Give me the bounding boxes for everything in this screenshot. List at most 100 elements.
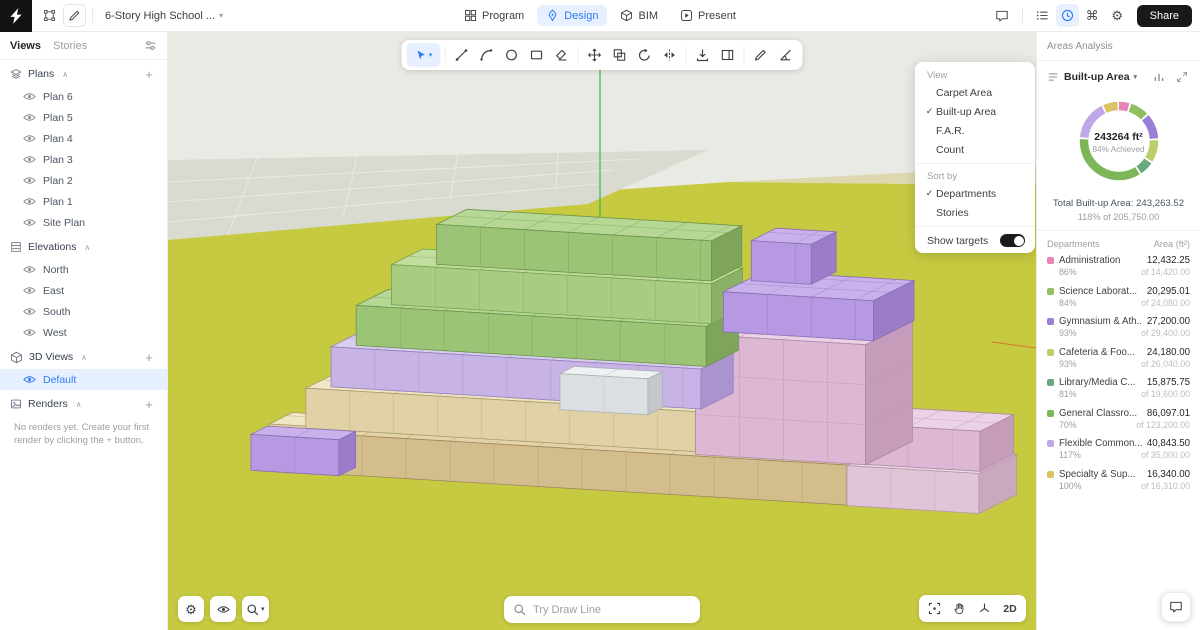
chat-button[interactable] bbox=[1161, 592, 1191, 622]
fit-button[interactable] bbox=[922, 597, 947, 620]
zoom-button[interactable]: ▾ bbox=[242, 596, 269, 622]
tool-arc-button[interactable] bbox=[475, 43, 499, 67]
item-label: Plan 2 bbox=[43, 175, 73, 187]
menu-option-label: Carpet Area bbox=[936, 87, 992, 99]
command-search-input[interactable] bbox=[533, 604, 691, 616]
tool-rotate-button[interactable] bbox=[633, 43, 657, 67]
menu-option-f-a-r[interactable]: F.A.R. bbox=[915, 121, 1035, 140]
department-row-cafeteria-foo[interactable]: Cafeteria & Foo...24,180.0093%of 26,040.… bbox=[1047, 343, 1190, 374]
orbit-button[interactable] bbox=[972, 597, 997, 620]
rotate-icon bbox=[638, 48, 652, 62]
tab-present[interactable]: Present bbox=[671, 5, 745, 26]
tool-line-button[interactable] bbox=[450, 43, 474, 67]
project-title-menu[interactable]: 6-Story High School ... ▾ bbox=[105, 10, 223, 22]
pan-button[interactable] bbox=[947, 597, 972, 620]
tool-move-button[interactable] bbox=[583, 43, 607, 67]
tab-design[interactable]: Design bbox=[537, 5, 607, 26]
menu-option-built-up-area[interactable]: ✓Built-up Area bbox=[915, 102, 1035, 121]
add-renders-button[interactable]: + bbox=[141, 396, 157, 412]
sidebar-item-default[interactable]: Default bbox=[0, 369, 167, 390]
item-label: Plan 4 bbox=[43, 133, 73, 145]
sidebar-item-south[interactable]: South bbox=[0, 301, 167, 322]
tab-bim[interactable]: BIM bbox=[611, 5, 667, 26]
viewport-settings-group: ⚙▾ bbox=[178, 596, 269, 622]
chart-button[interactable] bbox=[1151, 69, 1167, 85]
move-icon bbox=[588, 48, 602, 62]
sidebar-item-plan-4[interactable]: Plan 4 bbox=[0, 128, 167, 149]
department-row-administration[interactable]: Administration12,432.2586%of 14,420.00 bbox=[1047, 251, 1190, 282]
sidebar-item-plan-6[interactable]: Plan 6 bbox=[0, 86, 167, 107]
app-logo[interactable] bbox=[0, 0, 32, 32]
department-name: Specialty & Sup... bbox=[1059, 469, 1142, 480]
tool-circle-button[interactable] bbox=[500, 43, 524, 67]
tool-measure-button[interactable] bbox=[749, 43, 773, 67]
add-plans-button[interactable]: + bbox=[141, 66, 157, 82]
sidebar-tab-stories[interactable]: Stories bbox=[53, 40, 87, 52]
menu-option-carpet-area[interactable]: Carpet Area bbox=[915, 83, 1035, 102]
mode-2d-button[interactable]: 2D bbox=[997, 597, 1023, 620]
sidebar-section-renders[interactable]: Renders∧+ bbox=[0, 392, 167, 416]
command-search[interactable] bbox=[504, 596, 700, 623]
menu-option-stories[interactable]: Stories bbox=[915, 203, 1035, 222]
sidebar-item-west[interactable]: West bbox=[0, 322, 167, 343]
play-icon bbox=[680, 9, 693, 22]
department-row-general-classro[interactable]: General Classro...86,097.0170%of 123,200… bbox=[1047, 404, 1190, 435]
donut-value: 243264 ft² bbox=[1094, 131, 1142, 143]
share-button[interactable]: Share bbox=[1137, 5, 1192, 27]
sidebar-item-plan-1[interactable]: Plan 1 bbox=[0, 191, 167, 212]
sidebar-item-east[interactable]: East bbox=[0, 280, 167, 301]
sidebar-item-plan-5[interactable]: Plan 5 bbox=[0, 107, 167, 128]
total-built-up: Total Built-up Area: 243,263.52 bbox=[1047, 198, 1190, 209]
node-edit-tool-button[interactable] bbox=[38, 4, 61, 27]
tool-duplicate-button[interactable] bbox=[608, 43, 632, 67]
expand-button[interactable] bbox=[1174, 69, 1190, 85]
tool-protractor-button[interactable] bbox=[774, 43, 798, 67]
protractor-icon bbox=[779, 48, 793, 62]
list-button[interactable] bbox=[1031, 4, 1054, 27]
3d-viewport[interactable]: ▾ ViewCarpet Area✓Built-up AreaF.A.R.Cou… bbox=[168, 32, 1036, 630]
department-row-gymnasium-ath[interactable]: Gymnasium & Ath...27,200.0093%of 29,400.… bbox=[1047, 312, 1190, 343]
add-3d-views-button[interactable]: + bbox=[141, 349, 157, 365]
department-row-specialty-sup[interactable]: Specialty & Sup...16,340.00100%of 16,310… bbox=[1047, 465, 1190, 496]
list-icon bbox=[1036, 9, 1049, 22]
rectangle-icon bbox=[530, 48, 544, 62]
show-targets-toggle[interactable] bbox=[1000, 234, 1025, 247]
sidebar-section-elevations[interactable]: Elevations∧ bbox=[0, 235, 167, 259]
tab-label: Design bbox=[564, 10, 598, 22]
metric-selector[interactable]: Built-up Area ▾ bbox=[1064, 71, 1137, 83]
sidebar-tab-views[interactable]: Views bbox=[10, 40, 41, 52]
department-row-flexible-common[interactable]: Flexible Common...40,843.50117%of 35,000… bbox=[1047, 434, 1190, 465]
pencil-tool-button[interactable] bbox=[63, 4, 86, 27]
sidebar-item-north[interactable]: North bbox=[0, 259, 167, 280]
tab-program[interactable]: Program bbox=[455, 5, 533, 26]
settings-button[interactable]: ⚙ bbox=[1106, 4, 1129, 27]
built-up-donut-chart: 243264 ft² 84% Achieved bbox=[1075, 97, 1163, 188]
eye-icon bbox=[23, 176, 36, 185]
comment-button[interactable] bbox=[991, 4, 1014, 27]
layers-icon bbox=[10, 68, 22, 80]
tool-mirror-button[interactable] bbox=[658, 43, 682, 67]
chevron-down-icon: ▾ bbox=[261, 605, 265, 613]
history-button[interactable] bbox=[1056, 4, 1079, 27]
department-row-science-laborat[interactable]: Science Laborat...20,295.0184%of 24,080.… bbox=[1047, 282, 1190, 313]
tool-rectangle-button[interactable] bbox=[525, 43, 549, 67]
sidebar-section-3d-views[interactable]: 3D Views∧+ bbox=[0, 345, 167, 369]
menu-option-count[interactable]: Count bbox=[915, 140, 1035, 159]
filter-button[interactable] bbox=[144, 39, 157, 52]
settings-button[interactable]: ⚙ bbox=[178, 596, 204, 622]
sidebar-section-plans[interactable]: Plans∧+ bbox=[0, 62, 167, 86]
visibility-button[interactable] bbox=[210, 596, 236, 622]
sidebar-item-site-plan[interactable]: Site Plan bbox=[0, 212, 167, 233]
tool-import-button[interactable] bbox=[691, 43, 715, 67]
tool-select-button[interactable]: ▾ bbox=[407, 43, 441, 67]
tool-panel-button[interactable] bbox=[716, 43, 740, 67]
menu-option-departments[interactable]: ✓Departments bbox=[915, 184, 1035, 203]
3d-scene[interactable] bbox=[168, 32, 1036, 630]
shortcuts-button[interactable]: ⌘ bbox=[1081, 4, 1104, 27]
sidebar-item-plan-3[interactable]: Plan 3 bbox=[0, 149, 167, 170]
sidebar-item-plan-2[interactable]: Plan 2 bbox=[0, 170, 167, 191]
item-label: North bbox=[43, 264, 69, 276]
tool-eraser-button[interactable] bbox=[550, 43, 574, 67]
header-actions: ⌘⚙ Share bbox=[991, 4, 1200, 27]
department-row-library-media-c[interactable]: Library/Media C...15,875.7581%of 19,600.… bbox=[1047, 373, 1190, 404]
